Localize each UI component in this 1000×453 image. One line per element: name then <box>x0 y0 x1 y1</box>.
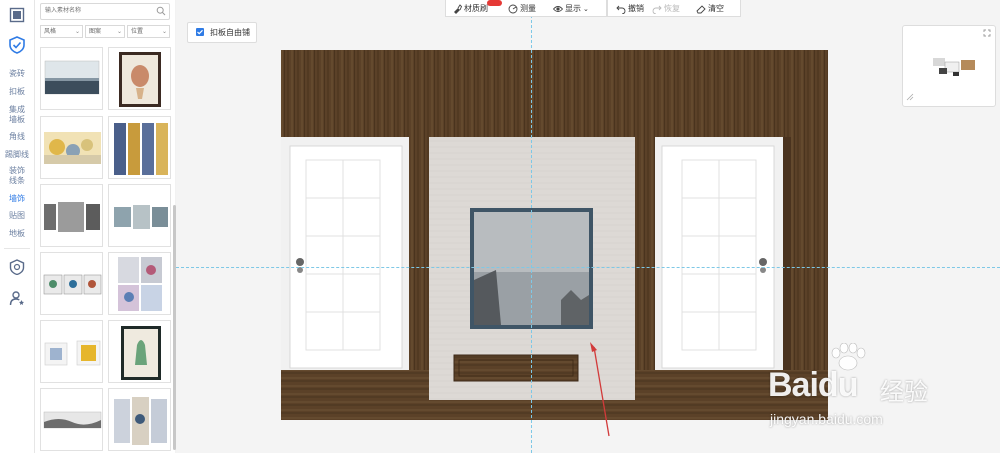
measure-icon <box>508 4 518 13</box>
shield-icon[interactable] <box>8 36 26 54</box>
badge-shield-icon[interactable] <box>8 258 26 276</box>
thumbnail-floral-triptych[interactable] <box>108 388 171 451</box>
clear-label: 清空 <box>708 4 724 13</box>
layout-icon[interactable] <box>8 6 26 24</box>
sidebar-item-integrated-wall[interactable]: 集成墙板 <box>0 105 34 125</box>
sidebar-item-decor-line[interactable]: 装饰线条 <box>0 166 34 186</box>
chevron-down-icon: ⌄ <box>116 29 122 35</box>
thumbnail-ink-landscape[interactable] <box>40 388 103 451</box>
redo-icon <box>652 5 662 14</box>
sidebar-item-decal[interactable]: 贴图 <box>0 211 34 221</box>
horizontal-guide-line <box>176 267 1000 268</box>
thumbnail-triptych-blue-gold[interactable] <box>108 116 171 179</box>
measure-label: 测量 <box>520 4 536 13</box>
undo-button[interactable]: 撤销 <box>616 3 644 14</box>
thumbnail-landscape-painting[interactable] <box>40 47 103 110</box>
chevron-down-icon: ⌄ <box>583 5 589 13</box>
thumbnail-birds-triptych[interactable] <box>40 252 103 315</box>
undo-label: 撤销 <box>628 4 644 13</box>
chevron-down-icon: ⌄ <box>161 29 167 35</box>
watermark-cn: 经验 <box>880 379 928 406</box>
checkbox-checked-icon[interactable] <box>196 28 204 36</box>
sidebar-item-wall-decor[interactable]: 墙饰 <box>0 194 34 204</box>
brush-icon <box>454 3 462 14</box>
filter-position-label: 位置 <box>131 29 144 35</box>
search-box <box>40 3 170 20</box>
watermark-brand-du: du <box>817 366 859 404</box>
minimap-panel[interactable] <box>902 25 996 107</box>
sidebar-item-buckle-board[interactable]: 扣板 <box>0 87 34 97</box>
search-input[interactable] <box>45 5 150 17</box>
thumbnail-flower-vase-framed[interactable] <box>108 47 171 110</box>
material-brush-button[interactable]: 材质刷 <box>452 3 488 14</box>
hot-badge <box>487 0 502 6</box>
thumbnail-bw-triptych[interactable] <box>40 184 103 247</box>
filter-pattern-select[interactable]: 图案 ⌄ <box>85 25 125 38</box>
left-icon-rail: 瓷砖 扣板 集成墙板 角线 踢脚线 装饰线条 墙饰 贴图 地板 <box>0 0 35 453</box>
design-canvas[interactable] <box>176 0 1000 453</box>
sidebar-item-corner-line[interactable]: 角线 <box>0 132 34 142</box>
user-star-icon[interactable] <box>8 289 26 307</box>
display-label: 显示 <box>565 4 581 13</box>
clear-button[interactable]: 清空 <box>696 3 724 14</box>
watermark-url: jingyan.baidu.com <box>770 411 883 427</box>
expand-icon[interactable] <box>983 29 991 39</box>
free-pave-toggle[interactable]: 扣板自由铺 <box>187 22 257 43</box>
thumbnail-vase-framed[interactable] <box>108 320 171 383</box>
sidebar-item-skirting[interactable]: 踢脚线 <box>0 150 34 160</box>
filter-position-select[interactable]: 位置 ⌄ <box>127 25 170 38</box>
resize-handle-icon[interactable] <box>906 93 914 103</box>
thumbnail-blue-gold-pair[interactable] <box>40 320 103 383</box>
search-icon[interactable] <box>156 6 166 18</box>
rail-divider <box>4 248 30 249</box>
sidebar-item-floor[interactable]: 地板 <box>0 229 34 239</box>
chevron-down-icon: ⌄ <box>74 29 80 35</box>
measure-button[interactable]: 测量 <box>508 3 536 14</box>
vertical-guide-line <box>531 0 532 453</box>
wall-elevation-render <box>281 50 828 437</box>
material-brush-label: 材质刷 <box>464 4 488 13</box>
redo-button[interactable]: 恢复 <box>652 3 680 14</box>
edit-toolbar: 撤销 恢复 清空 <box>607 0 741 17</box>
filter-pattern-label: 图案 <box>89 29 102 35</box>
thumbnail-gold-abstract[interactable] <box>40 116 103 179</box>
redo-label: 恢复 <box>664 4 680 13</box>
thumbnail-four-panel-floral[interactable] <box>108 252 171 315</box>
free-pave-label: 扣板自由铺 <box>210 28 250 37</box>
watermark-brand: Baidu <box>768 366 859 405</box>
eye-icon <box>553 5 563 12</box>
sidebar-item-tile[interactable]: 瓷砖 <box>0 69 34 79</box>
eraser-icon <box>696 4 706 13</box>
undo-icon <box>616 5 626 14</box>
thumbnail-elephant-panels[interactable] <box>108 184 171 247</box>
filter-style-label: 风格 <box>44 29 57 35</box>
watermark-brand-bai: Bai <box>768 366 819 404</box>
display-dropdown[interactable]: 显示 ⌄ <box>553 3 589 14</box>
top-toolbar: 材质刷 测量 显示 ⌄ <box>445 0 607 17</box>
filter-style-select[interactable]: 风格 ⌄ <box>40 25 83 38</box>
